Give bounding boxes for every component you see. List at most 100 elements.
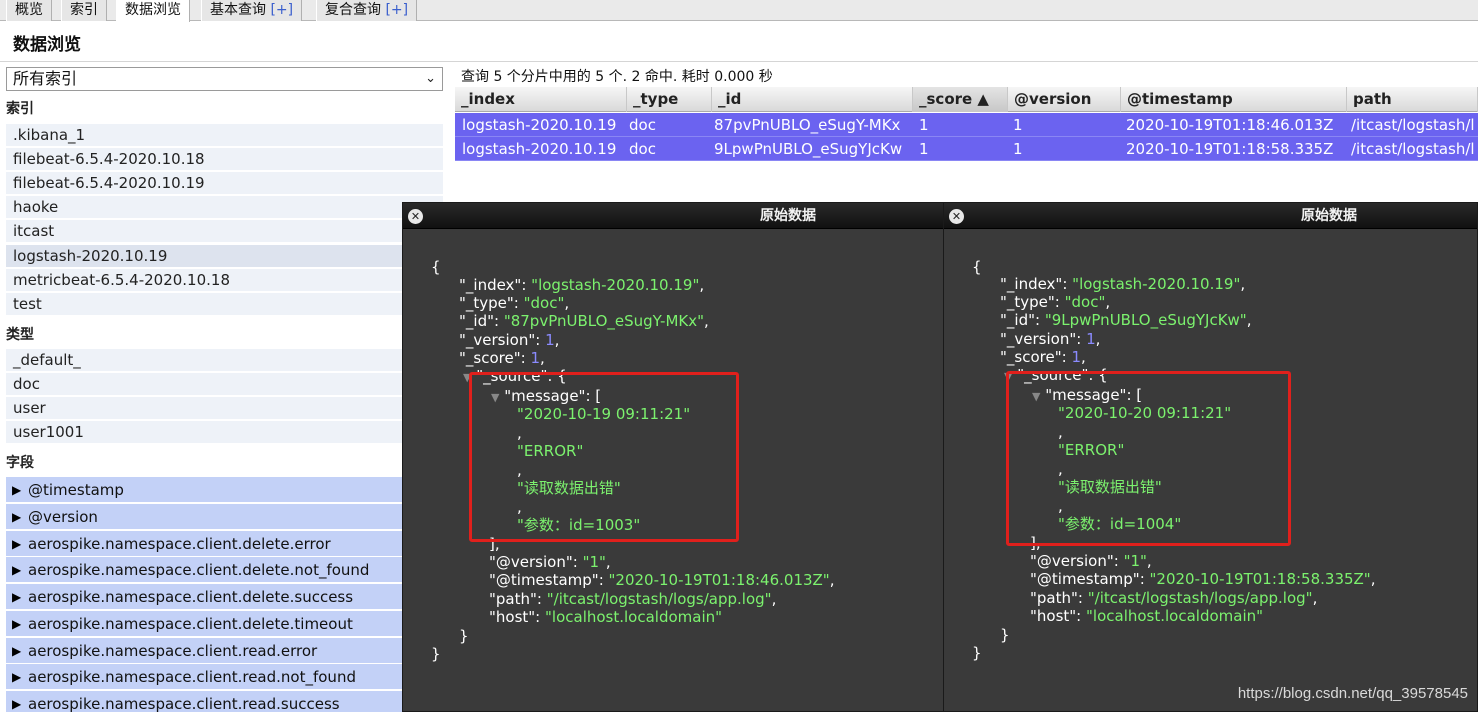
index-item[interactable]: .kibana_1: [6, 124, 443, 147]
json-brace: }: [972, 644, 982, 662]
field-item[interactable]: ▶ aerospike.namespace.client.read.success: [6, 691, 443, 712]
table-row[interactable]: logstash-2020.10.19 doc 9LpwPnUBLO_eSugY…: [455, 137, 1478, 161]
type-item[interactable]: user: [6, 397, 443, 420]
json-value: 1: [1086, 330, 1096, 348]
json-line: "ERROR": [517, 442, 583, 460]
index-item[interactable]: test: [6, 293, 443, 316]
expand-triangle-icon: ▶: [12, 483, 22, 497]
json-viewer: { "_index": "logstash-2020.10.19", "_typ…: [944, 203, 1376, 662]
json-line: "@timestamp": "2020-10-19T01:18:58.335Z"…: [1030, 570, 1376, 588]
json-line[interactable]: ▼ "message": [: [1032, 386, 1142, 404]
field-item[interactable]: ▶ aerospike.namespace.client.delete.error: [6, 531, 443, 557]
json-line: "参数：id=1003": [517, 516, 640, 534]
sidebar: 所有索引 ⌄ 索引 .kibana_1 filebeat-6.5.4-2020.…: [0, 62, 450, 712]
table-row[interactable]: logstash-2020.10.19 doc 87pvPnUBLO_eSugY…: [455, 113, 1478, 137]
column-header[interactable]: path: [1347, 87, 1478, 112]
json-line: "host": "localhost.localdomain": [489, 608, 723, 626]
field-item[interactable]: ▶@timestamp?: [6, 477, 443, 503]
expand-triangle-icon: ▶: [12, 697, 22, 711]
json-line: "ERROR": [1058, 441, 1124, 459]
field-item[interactable]: ▶ aerospike.namespace.client.delete.succe…: [6, 584, 443, 610]
json-line: "_id": "87pvPnUBLO_eSugY-MKx",: [459, 312, 709, 330]
json-value: "2020-10-19T01:18:46.013Z": [608, 571, 830, 589]
json-line: ,: [517, 424, 522, 442]
table-cell: /itcast/logstash/l: [1351, 140, 1475, 158]
json-line: "读取数据出错": [517, 479, 621, 497]
field-label: aerospike.namespace.client.read.success: [28, 695, 340, 712]
field-item[interactable]: ▶ aerospike.namespace.client.delete.not_f…: [6, 557, 443, 583]
field-label: aerospike.namespace.client.delete.error: [28, 535, 331, 553]
field-label: aerospike.namespace.client.read.not_foun…: [28, 668, 356, 686]
expand-triangle-icon: ▶: [12, 617, 22, 631]
json-line[interactable]: ▼ "_source": {: [463, 367, 567, 385]
json-line: "@timestamp": "2020-10-19T01:18:46.013Z"…: [489, 571, 835, 589]
json-line[interactable]: ▼ "_source": {: [1004, 366, 1108, 384]
field-item[interactable]: ▶ aerospike.namespace.client.read.not_fou…: [6, 664, 443, 690]
json-value: "1": [1123, 552, 1147, 570]
json-line: "host": "localhost.localdomain": [1030, 607, 1264, 625]
add-tab-link[interactable]: [+]: [270, 2, 293, 18]
type-item[interactable]: doc: [6, 373, 443, 396]
field-label: aerospike.namespace.client.delete.timeou…: [28, 615, 353, 633]
chevron-down-icon: ⌄: [425, 71, 436, 86]
table-cell: 87pvPnUBLO_eSugY-MKx: [714, 116, 901, 134]
index-item[interactable]: filebeat-6.5.4-2020.10.19: [6, 172, 443, 195]
column-header-sorted[interactable]: _score ▲: [913, 87, 1008, 112]
index-item[interactable]: metricbeat-6.5.4-2020.10.18: [6, 269, 443, 292]
tab-compound-query[interactable]: 复合查询 [+]: [316, 0, 418, 21]
json-value: "localhost.localdomain": [1086, 607, 1264, 625]
index-item[interactable]: itcast: [6, 220, 443, 243]
json-line: "_type": "doc",: [459, 294, 570, 312]
json-value: "doc": [1064, 293, 1106, 311]
json-value: "2020-10-19 09:11:21": [517, 405, 691, 423]
tab-data-browser[interactable]: 数据浏览: [116, 0, 190, 22]
tab-indices[interactable]: 索引: [61, 0, 107, 21]
field-label: aerospike.namespace.client.delete.not_fo…: [28, 561, 370, 579]
tab-label: 数据浏览: [125, 2, 181, 18]
raw-data-dialog: ✕ 原始数据 { "_index": "logstash-2020.10.19"…: [943, 202, 1478, 712]
index-item[interactable]: haoke: [6, 196, 443, 219]
column-header[interactable]: _id: [712, 87, 913, 112]
column-header[interactable]: _type: [627, 87, 712, 112]
json-line: "2020-10-20 09:11:21": [1058, 404, 1231, 422]
field-label: aerospike.namespace.client.delete.succes…: [28, 588, 354, 606]
index-select[interactable]: 所有索引 ⌄: [6, 67, 443, 91]
index-item[interactable]: filebeat-6.5.4-2020.10.18: [6, 148, 443, 171]
json-value: 1: [530, 349, 540, 367]
json-value: "ERROR": [1058, 441, 1125, 459]
json-brace: {: [431, 258, 441, 276]
watermark: https://blog.csdn.net/qq_39578545: [1237, 685, 1468, 702]
expand-triangle-icon: ▶: [12, 510, 22, 524]
json-line: "参数：id=1004": [1058, 515, 1181, 533]
json-line: "_index": "logstash-2020.10.19",: [1000, 275, 1246, 293]
tab-label: 基本查询: [210, 2, 266, 18]
add-tab-link[interactable]: [+]: [385, 2, 408, 18]
type-item[interactable]: user1001: [6, 421, 443, 444]
type-item[interactable]: _default_: [6, 349, 443, 372]
json-value: "/itcast/logstash/logs/app.log": [1087, 589, 1313, 607]
json-value: "/itcast/logstash/logs/app.log": [546, 590, 772, 608]
expand-triangle-icon: ▶: [12, 537, 22, 551]
field-item[interactable]: ▶ aerospike.namespace.client.read.error: [6, 638, 443, 664]
dialog-titlebar[interactable]: ✕ 原始数据: [944, 203, 1477, 229]
json-value: "logstash-2020.10.19": [1072, 275, 1241, 293]
field-item[interactable]: ▶ @version: [6, 504, 443, 530]
json-value: "参数：id=1004": [1058, 515, 1182, 533]
json-brace: {: [972, 258, 982, 276]
fields-header: 字段: [6, 455, 34, 471]
index-item-selected[interactable]: logstash-2020.10.19: [6, 245, 443, 268]
json-line: "@version": "1",: [1030, 552, 1152, 570]
tab-overview[interactable]: 概览: [6, 0, 52, 21]
field-item[interactable]: ▶ aerospike.namespace.client.delete.timeo…: [6, 611, 443, 637]
column-header[interactable]: @timestamp: [1121, 87, 1347, 112]
json-value: "参数：id=1003": [517, 516, 641, 534]
expand-triangle-icon: ▶: [12, 644, 22, 658]
json-value: "读取数据出错": [517, 479, 621, 497]
tab-basic-query[interactable]: 基本查询 [+]: [201, 0, 303, 21]
expand-triangle-icon: ▶: [12, 670, 22, 684]
expand-triangle-icon: ▶: [12, 563, 22, 577]
page-title: 数据浏览: [13, 35, 81, 55]
column-header[interactable]: _index: [455, 87, 627, 112]
column-header[interactable]: @version: [1008, 87, 1121, 112]
json-line[interactable]: ▼ "message": [: [491, 387, 601, 405]
